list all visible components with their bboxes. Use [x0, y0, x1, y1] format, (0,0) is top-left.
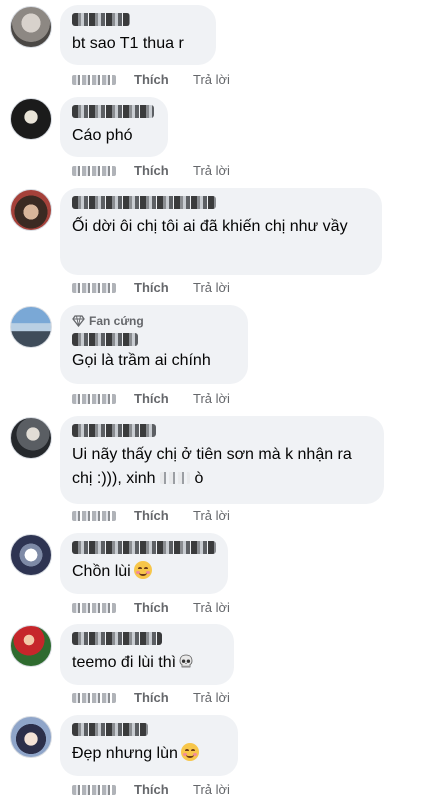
comment-bubble: Đẹp nhưng lùn [60, 715, 238, 776]
comment-text: Đẹp nhưng lùn [72, 742, 226, 766]
comment-text: Gọi là trầm ai chính [72, 352, 211, 369]
avatar[interactable] [10, 189, 52, 231]
like-button[interactable]: Thích [134, 163, 169, 178]
smiling-face-icon [180, 743, 199, 761]
like-button[interactable]: Thích [134, 280, 169, 295]
blurred-text [160, 472, 191, 484]
like-button[interactable]: Thích [134, 508, 169, 523]
like-button[interactable]: Thích [134, 600, 169, 615]
like-button[interactable]: Thích [134, 391, 169, 406]
comment-bubble: Fan cứng Gọi là trầm ai chính [60, 305, 248, 384]
avatar[interactable] [10, 625, 52, 667]
comment-timestamp[interactable] [72, 283, 116, 293]
comment-bubble: Ối dời ôi chị tôi ai đã khiến chị như vầ… [60, 188, 382, 275]
reply-button[interactable]: Trả lời [193, 280, 230, 295]
reply-button[interactable]: Trả lời [193, 600, 230, 615]
comment-text: Cáo phó [72, 127, 133, 144]
comment-timestamp[interactable] [72, 511, 116, 521]
comment-bubble: Cáo phó [60, 97, 168, 157]
comment-timestamp[interactable] [72, 603, 116, 613]
fan-badge-label: Fan cứng [89, 314, 144, 328]
commenter-name[interactable] [72, 105, 154, 118]
reply-button[interactable]: Trả lời [193, 690, 230, 705]
comment-timestamp[interactable] [72, 394, 116, 404]
comment-text: Chồn lùi [72, 560, 216, 584]
reply-button[interactable]: Trả lời [193, 508, 230, 523]
comment-bubble: Chồn lùi [60, 533, 228, 594]
comment-timestamp[interactable] [72, 693, 116, 703]
reply-button[interactable]: Trả lời [193, 391, 230, 406]
commenter-name[interactable] [72, 333, 138, 346]
diamond-icon [72, 315, 85, 327]
reply-button[interactable]: Trả lời [193, 782, 230, 797]
reply-button[interactable]: Trả lời [193, 163, 230, 178]
comment-text: teemo đi lùi thì [72, 651, 222, 675]
smiling-face-icon [133, 561, 152, 579]
commenter-name[interactable] [72, 541, 216, 554]
like-button[interactable]: Thích [134, 690, 169, 705]
commenter-name[interactable] [72, 632, 162, 645]
commenter-name[interactable] [72, 424, 156, 437]
comment-timestamp[interactable] [72, 75, 116, 85]
comment-text: bt sao T1 thua r [72, 35, 184, 52]
comment-bubble: Ui nãy thấy chị ở tiên sơn mà k nhận ra … [60, 416, 384, 504]
avatar[interactable] [10, 417, 52, 459]
avatar[interactable] [10, 306, 52, 348]
avatar[interactable] [10, 98, 52, 140]
like-button[interactable]: Thích [134, 72, 169, 87]
comment-text: Ui nãy thấy chị ở tiên sơn mà k nhận ra … [72, 446, 352, 487]
comment-timestamp[interactable] [72, 166, 116, 176]
avatar[interactable] [10, 6, 52, 48]
fan-badge[interactable]: Fan cứng [72, 313, 236, 329]
reply-button[interactable]: Trả lời [193, 72, 230, 87]
commenter-name[interactable] [72, 723, 148, 736]
like-button[interactable]: Thích [134, 782, 169, 797]
comment-bubble: bt sao T1 thua r [60, 5, 216, 65]
commenter-name[interactable] [72, 196, 216, 209]
avatar[interactable] [10, 716, 52, 758]
commenter-name[interactable] [72, 13, 130, 26]
skull-icon [179, 654, 193, 668]
comment-bubble: teemo đi lùi thì [60, 624, 234, 685]
comment-timestamp[interactable] [72, 785, 116, 795]
comment-text: Ối dời ôi chị tôi ai đã khiến chị như vầ… [72, 218, 348, 235]
avatar[interactable] [10, 534, 52, 576]
